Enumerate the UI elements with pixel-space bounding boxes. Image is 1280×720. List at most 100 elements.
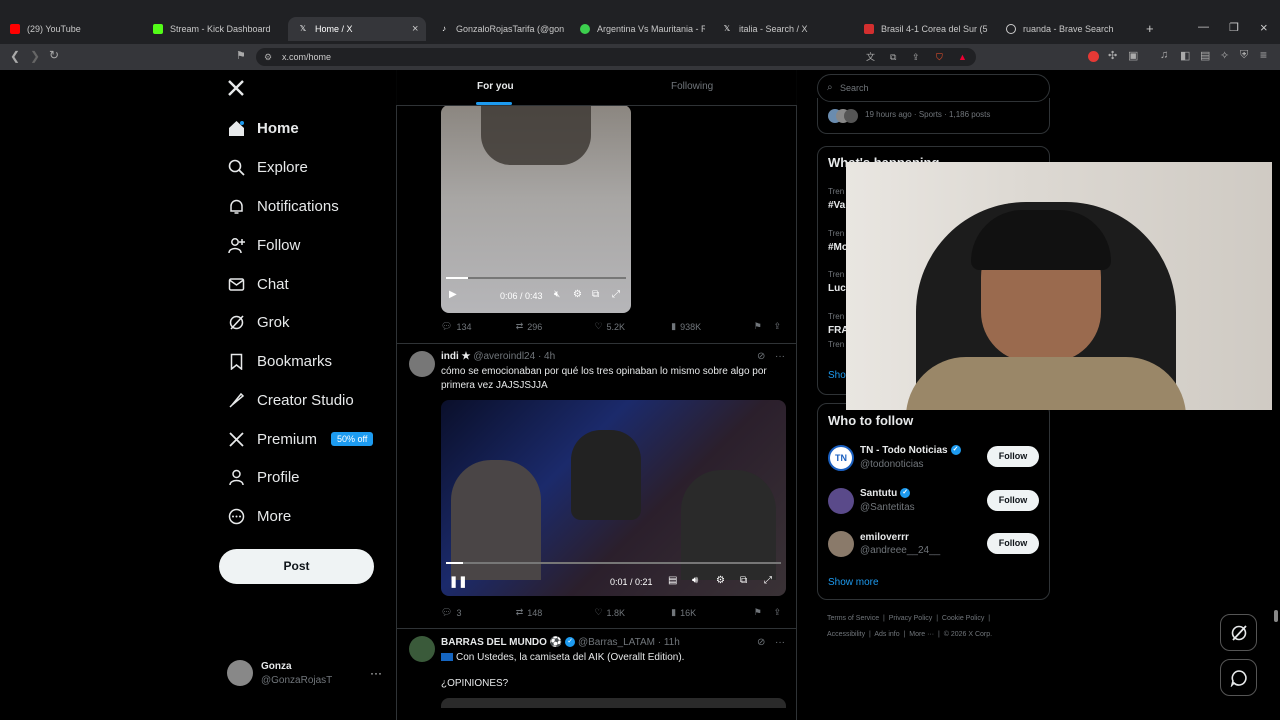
browser-tab[interactable]: ruanda - Brave Search xyxy=(1006,17,1131,41)
grok-fab-button[interactable] xyxy=(1220,614,1257,651)
show-more-link[interactable]: Sho xyxy=(828,370,846,381)
bookmark-page-icon[interactable]: ⚑ xyxy=(236,49,246,62)
sidebar-item-creator-studio[interactable]: Creator Studio xyxy=(227,385,354,415)
suggestion-name[interactable]: emiloverrr xyxy=(860,532,909,543)
views-button[interactable]: ▮ 16K xyxy=(671,607,754,618)
footer-link[interactable]: Terms of Service xyxy=(827,615,879,622)
show-more-link[interactable]: Show more xyxy=(828,577,879,588)
browser-tab[interactable]: Argentina Vs Mauritania - Resu xyxy=(580,17,705,41)
trend-item[interactable]: #Mo xyxy=(828,242,848,253)
browser-tab[interactable]: 𝕏italia - Search / X xyxy=(722,17,847,41)
tweet-handle[interactable]: @averoindl24 · 4h xyxy=(473,351,555,362)
sidebar-toggle-icon[interactable]: ◧ xyxy=(1180,49,1190,62)
sidebar-item-profile[interactable]: Profile xyxy=(227,462,300,492)
grok-icon[interactable]: ⊘ xyxy=(757,351,765,362)
tweet-more-icon[interactable]: ··· xyxy=(775,351,785,362)
scrollbar-thumb[interactable] xyxy=(1274,610,1278,622)
fullscreen-icon[interactable]: ⤢ xyxy=(612,289,620,300)
fullscreen-icon[interactable]: ⤢ xyxy=(764,575,772,586)
page-scrollbar[interactable] xyxy=(1272,70,1280,720)
sidebar-item-bookmarks[interactable]: Bookmarks xyxy=(227,346,332,376)
footer-link[interactable]: More ··· xyxy=(909,631,934,638)
follow-button[interactable]: Follow xyxy=(987,446,1039,467)
sidebar-item-chat[interactable]: Chat xyxy=(227,269,289,299)
tab-for-you[interactable]: For you xyxy=(477,81,514,92)
extensions-icon[interactable]: ✣ xyxy=(1108,49,1117,62)
bookmark-tweet-icon[interactable]: ⚑ xyxy=(754,607,774,618)
tweet-more-icon[interactable]: ··· xyxy=(775,637,785,648)
settings-icon[interactable]: ⚙ xyxy=(573,289,582,300)
browser-tab[interactable]: (29) YouTube xyxy=(10,17,140,41)
pip-icon[interactable]: ⧉ xyxy=(740,575,747,586)
share-icon[interactable]: ⇪ xyxy=(912,48,920,66)
avatar[interactable] xyxy=(828,488,854,514)
avatar[interactable] xyxy=(828,531,854,557)
footer-link[interactable]: Privacy Policy xyxy=(889,615,933,622)
like-button[interactable]: ♡ 5.2K xyxy=(594,321,671,332)
site-info-icon[interactable]: ⚙ xyxy=(264,48,272,66)
minimize-icon[interactable]: — xyxy=(1198,21,1209,33)
grok-icon[interactable]: ⊘ xyxy=(757,637,765,648)
back-icon[interactable]: ❮ xyxy=(10,49,20,63)
open-app-icon[interactable]: ⧉ xyxy=(890,48,896,66)
chat-fab-button[interactable] xyxy=(1220,659,1257,696)
pip-icon[interactable]: ⧉ xyxy=(592,289,599,300)
sidebar-item-premium[interactable]: Premium 50% off xyxy=(227,424,374,454)
follow-button[interactable]: Follow xyxy=(987,533,1039,554)
footer-link[interactable]: Ads info xyxy=(874,631,899,638)
tab-following[interactable]: Following xyxy=(671,81,713,92)
follow-button[interactable]: Follow xyxy=(987,490,1039,511)
close-window-icon[interactable]: × xyxy=(1260,20,1268,35)
sidebar-item-home[interactable]: Home xyxy=(227,113,299,143)
suggestion-name[interactable]: Santutu ✓ xyxy=(860,488,911,499)
reply-button[interactable]: 💬︎ 3 xyxy=(441,607,516,618)
translate-icon[interactable]: 文 xyxy=(866,48,875,66)
repost-button[interactable]: ⇄ 296 xyxy=(516,321,595,332)
account-name[interactable]: Gonza xyxy=(261,661,292,672)
tweet-image[interactable] xyxy=(441,698,786,708)
footer-link[interactable]: Accessibility xyxy=(827,631,865,638)
brave-shield-icon[interactable]: ⛉ xyxy=(936,48,943,66)
video-progress-bar[interactable] xyxy=(446,277,626,279)
reload-icon[interactable]: ↻ xyxy=(49,48,59,62)
x-logo-icon[interactable] xyxy=(226,78,246,98)
close-tab-icon[interactable]: × xyxy=(412,23,418,35)
screenshot-icon[interactable]: ▣ xyxy=(1128,49,1138,62)
sidebar-item-notifications[interactable]: Notifications xyxy=(227,191,339,221)
play-icon[interactable]: ▶ xyxy=(449,289,457,300)
avatar[interactable]: TN xyxy=(828,445,854,471)
browser-tab[interactable]: ♪GonzaloRojasTarifa (@gonzaa xyxy=(439,17,564,41)
share-tweet-icon[interactable]: ⇪ xyxy=(773,607,781,618)
sidebar-item-follow[interactable]: Follow xyxy=(227,230,300,260)
share-tweet-icon[interactable]: ⇪ xyxy=(773,321,781,332)
sidebar-item-more[interactable]: More xyxy=(227,501,291,531)
pause-icon[interactable]: ❚❚ xyxy=(449,575,467,588)
avatar[interactable] xyxy=(409,636,435,662)
sidebar-item-explore[interactable]: Explore xyxy=(227,152,308,182)
captions-icon[interactable]: ▤ xyxy=(668,575,677,586)
sidebar-item-grok[interactable]: Grok xyxy=(227,307,290,337)
url-input[interactable]: ⚙ x.com/home 文 ⧉ ⇪ ⛉ ▲ xyxy=(256,48,976,66)
leo-ai-icon[interactable]: ✧ xyxy=(1220,49,1229,62)
forward-icon[interactable]: ❯ xyxy=(30,49,40,63)
wallet-icon[interactable]: ▤ xyxy=(1200,49,1210,62)
tweet-author[interactable]: indi ★ xyxy=(441,351,471,362)
menu-icon[interactable]: ≡ xyxy=(1260,48,1267,62)
bookmark-tweet-icon[interactable]: ⚑ xyxy=(754,321,774,332)
trend-item[interactable]: #Va xyxy=(828,200,845,211)
tweet-handle[interactable]: @Barras_LATAM · 11h xyxy=(578,637,680,648)
browser-tab[interactable]: Stream - Kick Dashboard xyxy=(153,17,283,41)
suggestion-name[interactable]: TN - Todo Noticias ✓ xyxy=(860,445,961,456)
trend-item[interactable]: Luc xyxy=(828,283,846,294)
browser-tab[interactable]: Brasil 4-1 Corea del Sur (5 de D xyxy=(864,17,989,41)
restore-icon[interactable]: ❐ xyxy=(1229,21,1239,34)
vpn-icon[interactable]: ⛨ xyxy=(1240,49,1248,62)
tweet-video[interactable]: ❚❚ 0:01 / 0:21 ▤ 🔊︎ ⚙ ⧉ ⤢ xyxy=(441,400,786,596)
volume-icon[interactable]: 🔊︎ xyxy=(692,575,698,586)
like-button[interactable]: ♡ 1.8K xyxy=(594,607,671,618)
new-tab-icon[interactable]: + xyxy=(1146,21,1154,36)
views-button[interactable]: ▮ 938K xyxy=(671,321,754,332)
tweet-video[interactable]: ▶ 0:06 / 0:43 🔇︎ ⚙ ⧉ ⤢ xyxy=(441,105,631,313)
media-icon[interactable]: ♫ xyxy=(1160,49,1168,61)
browser-tab-active[interactable]: 𝕏 Home / X × xyxy=(288,17,426,41)
